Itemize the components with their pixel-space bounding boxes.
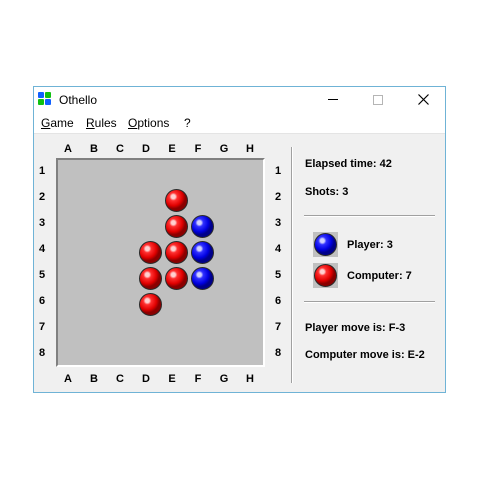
- computer-disc: [139, 241, 162, 264]
- shots-count: Shots: 3: [305, 186, 349, 198]
- menu-rules[interactable]: Rules: [86, 116, 117, 130]
- row-label-right: 4: [274, 243, 282, 255]
- column-label-bottom: A: [64, 373, 72, 385]
- player-disc: [191, 267, 214, 290]
- menu-help[interactable]: ?: [184, 116, 191, 130]
- othello-window: Othello Game Rules Options ? A B C D E F…: [33, 86, 446, 393]
- row-label-left: 7: [38, 321, 46, 333]
- player-disc: [191, 241, 214, 264]
- row-label-left: 5: [38, 269, 46, 281]
- separator: [304, 301, 435, 303]
- computer-disc-icon: [313, 263, 338, 288]
- row-label-right: 3: [274, 217, 282, 229]
- column-label-bottom: C: [116, 373, 124, 385]
- menu-bar: Game Rules Options ?: [34, 113, 445, 134]
- column-label-top: H: [246, 143, 254, 155]
- computer-disc: [165, 189, 188, 212]
- column-label-top: E: [168, 143, 176, 155]
- column-label-bottom: E: [168, 373, 176, 385]
- row-label-right: 2: [274, 191, 282, 203]
- column-label-bottom: G: [219, 373, 229, 385]
- player-disc-icon: [313, 232, 338, 257]
- column-label-top: D: [142, 143, 150, 155]
- row-label-left: 2: [38, 191, 46, 203]
- row-label-left: 6: [38, 295, 46, 307]
- othello-app-icon: [38, 92, 52, 106]
- row-label-right: 6: [274, 295, 282, 307]
- row-label-left: 4: [38, 243, 46, 255]
- panel-divider: [291, 147, 293, 383]
- maximize-icon[interactable]: [356, 87, 401, 113]
- menu-game[interactable]: Game: [41, 116, 74, 130]
- column-label-top: A: [64, 143, 72, 155]
- row-label-right: 7: [274, 321, 282, 333]
- row-label-right: 8: [274, 347, 282, 359]
- column-label-top: C: [116, 143, 124, 155]
- player-score: Player: 3: [347, 239, 393, 251]
- column-label-top: F: [194, 143, 202, 155]
- row-label-left: 3: [38, 217, 46, 229]
- row-label-right: 1: [274, 165, 282, 177]
- player-move: Player move is: F-3: [305, 322, 406, 334]
- minimize-icon[interactable]: [311, 87, 356, 113]
- elapsed-time: Elapsed time: 42: [305, 158, 392, 170]
- computer-disc: [165, 241, 188, 264]
- computer-move: Computer move is: E-2: [305, 349, 425, 361]
- row-label-right: 5: [274, 269, 282, 281]
- computer-disc: [139, 293, 162, 316]
- row-label-left: 8: [38, 347, 46, 359]
- column-label-bottom: B: [90, 373, 98, 385]
- player-disc: [191, 215, 214, 238]
- column-label-bottom: D: [142, 373, 150, 385]
- close-icon[interactable]: [401, 87, 446, 113]
- column-label-bottom: F: [194, 373, 202, 385]
- computer-score: Computer: 7: [347, 270, 412, 282]
- column-label-top: B: [90, 143, 98, 155]
- separator: [304, 215, 435, 217]
- computer-disc: [139, 267, 162, 290]
- column-label-top: G: [219, 143, 229, 155]
- title-bar[interactable]: Othello: [34, 87, 445, 113]
- game-board[interactable]: [56, 158, 265, 367]
- menu-options[interactable]: Options: [128, 116, 169, 130]
- computer-disc: [165, 267, 188, 290]
- row-label-left: 1: [38, 165, 46, 177]
- column-label-bottom: H: [246, 373, 254, 385]
- computer-disc: [165, 215, 188, 238]
- window-title: Othello: [59, 93, 98, 107]
